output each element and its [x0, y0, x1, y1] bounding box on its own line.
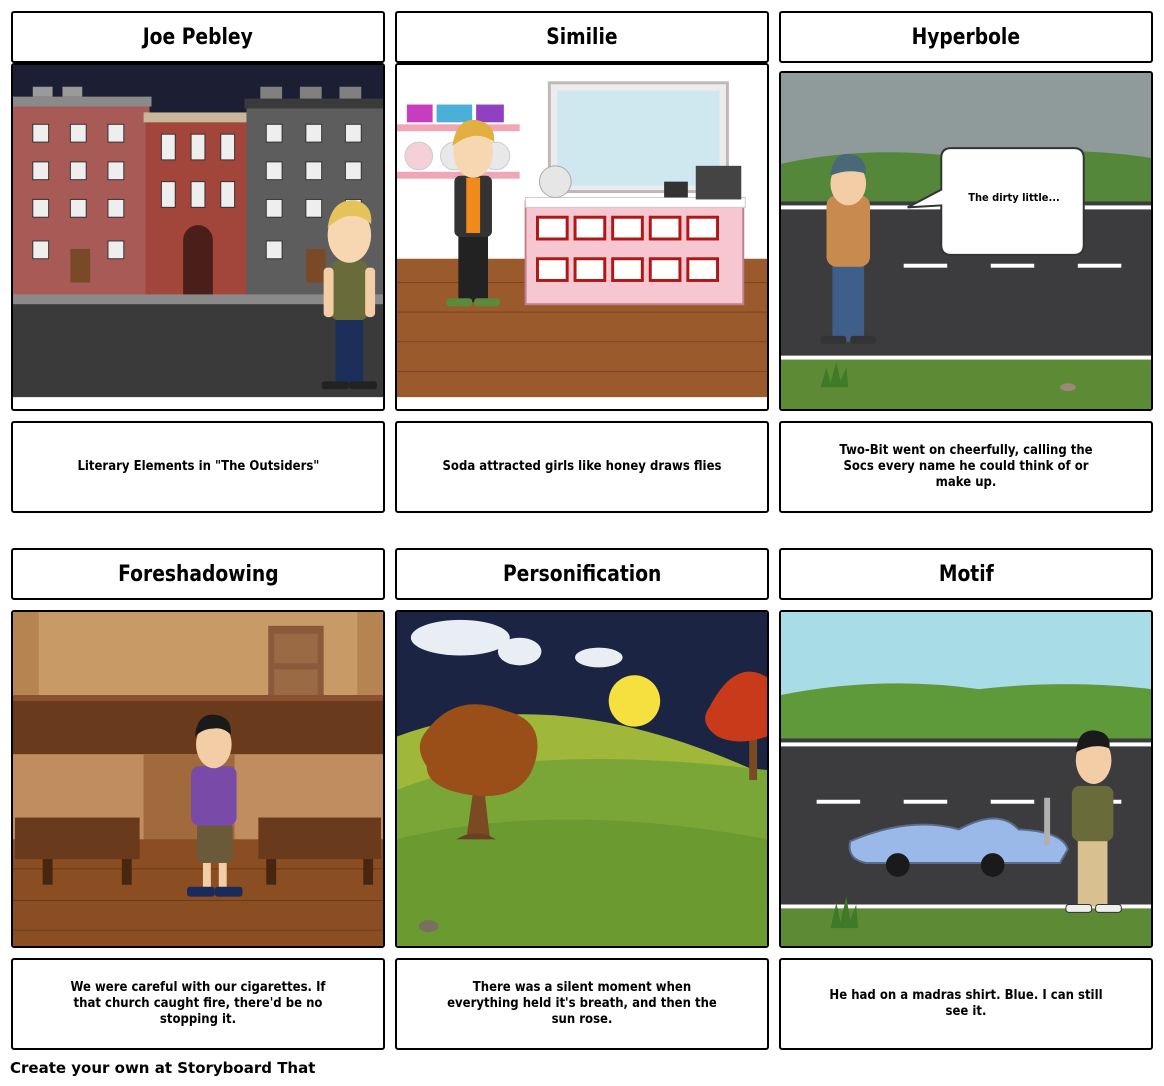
cell-title-1-text: Joe Pebley: [142, 24, 254, 50]
cell-caption-6: He had on a madras shirt. Blue. I can st…: [779, 958, 1153, 1050]
cell-title-4: Foreshadowing: [11, 548, 385, 600]
cell-title-1: Joe Pebley: [11, 11, 385, 63]
speech-bubble-text: The dirty little...: [968, 191, 1060, 204]
cell-caption-4-text: We were careful with our cigarettes. If …: [70, 980, 326, 1027]
cell-caption-6-text: He had on a madras shirt. Blue. I can st…: [829, 988, 1103, 1019]
cell-title-4-text: Foreshadowing: [117, 561, 279, 587]
scene-church-interior: [11, 610, 385, 948]
cell-title-6-text: Motif: [938, 561, 994, 587]
scene-city-street: [11, 63, 385, 411]
cell-title-6: Motif: [779, 548, 1153, 600]
scene-road-hyperbole: The dirty little...: [779, 71, 1153, 411]
cell-caption-3-text: Two-Bit went on cheerfully, calling the …: [839, 443, 1093, 490]
cell-title-2: Similie: [395, 11, 769, 63]
scene-road-motif: [779, 610, 1153, 948]
scene-candy-store: [395, 63, 769, 411]
cell-caption-5: There was a silent moment when everythin…: [395, 958, 769, 1050]
cell-caption-3: Two-Bit went on cheerfully, calling the …: [779, 421, 1153, 513]
cell-caption-1-text: Literary Elements in "The Outsiders": [77, 459, 319, 474]
cell-caption-2: Soda attracted girls like honey draws fl…: [395, 421, 769, 513]
cell-caption-4: We were careful with our cigarettes. If …: [11, 958, 385, 1050]
cell-title-5: Personification: [395, 548, 769, 600]
cell-title-5-text: Personification: [502, 561, 662, 587]
cell-title-3-text: Hyperbole: [911, 24, 1021, 50]
cell-title-3: Hyperbole: [779, 11, 1153, 63]
cell-caption-1: Literary Elements in "The Outsiders": [11, 421, 385, 513]
cell-caption-2-text: Soda attracted girls like honey draws fl…: [442, 459, 722, 474]
scene-sunrise-hill: [395, 610, 769, 948]
cell-title-2-text: Similie: [546, 24, 618, 50]
cell-caption-5-text: There was a silent moment when everythin…: [447, 980, 717, 1027]
footer-link[interactable]: Create your own at Storyboard That: [10, 1059, 315, 1077]
